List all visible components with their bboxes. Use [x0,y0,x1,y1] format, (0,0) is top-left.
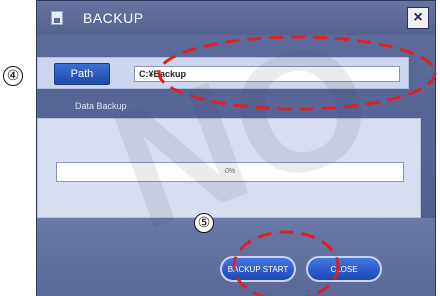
progress-text: 0% [224,168,236,175]
close-button[interactable]: CLOSE [306,256,382,282]
save-icon [51,11,63,25]
path-field[interactable]: C:¥Backup [134,66,400,82]
path-row: Path C:¥Backup [37,57,409,89]
title-bar: BACKUP × [37,1,435,35]
path-button[interactable]: Path [54,63,110,85]
close-window-button[interactable]: × [407,7,429,29]
window-title: BACKUP [83,10,144,26]
data-backup-panel: 0% [37,118,421,218]
backup-window: BACKUP × Path C:¥Backup Data Backup 0% [36,0,436,296]
annotation-marker-5: ⑤ [194,213,214,233]
progress-bar: 0% [56,162,404,182]
section-label: Data Backup [75,101,127,111]
backup-start-button[interactable]: BACKUP START [220,256,296,282]
close-icon: × [413,9,423,26]
annotation-marker-4: ④ [3,66,23,86]
